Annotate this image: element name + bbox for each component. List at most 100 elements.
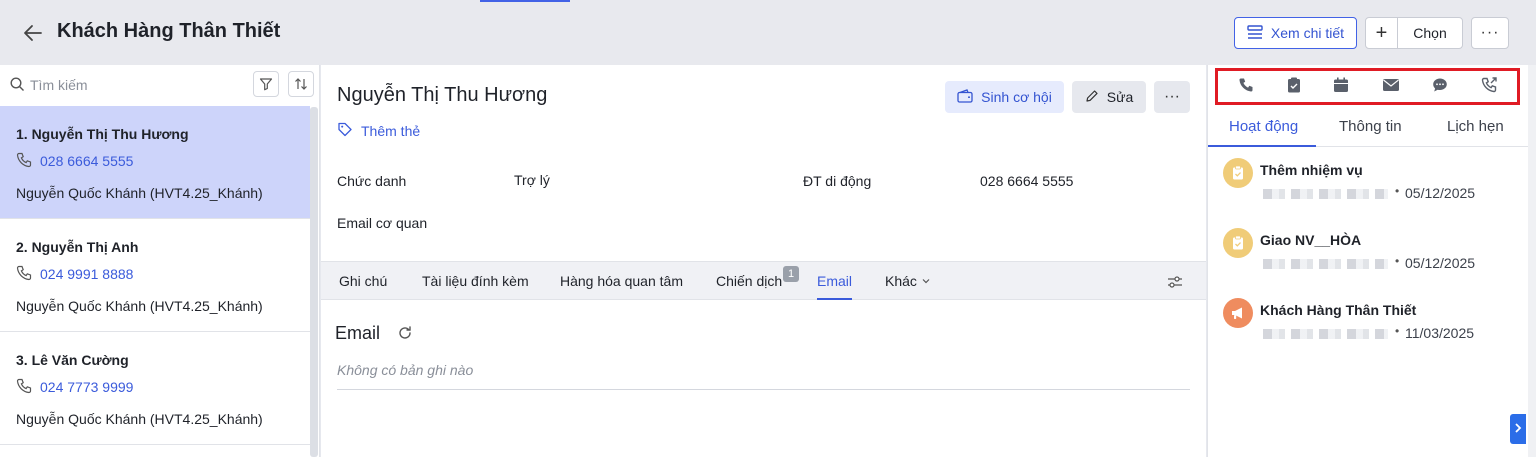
campaign-count-badge: 1 [783,266,799,282]
customer-owner: Nguyễn Quốc Khánh (HVT4.25_Khánh) [16,298,263,314]
clipboard-icon [1223,158,1253,188]
sliders-icon[interactable] [1167,274,1183,293]
search-input[interactable]: Tìm kiếm [30,77,88,93]
tab-products[interactable]: Hàng hóa quan tâm [560,273,683,289]
activity-tabs: Hoạt động Thông tin Lịch hẹn [1208,107,1529,147]
detail-more-button[interactable]: ··· [1154,81,1190,113]
title-value: Trợ lý [514,172,550,188]
page-title: Khách Hàng Thân Thiết [57,20,281,42]
task-icon[interactable] [1287,77,1301,96]
active-tab-indicator [1208,145,1316,147]
redacted-text [1263,189,1388,199]
activity-item[interactable]: Thêm nhiệm vụ • 05/12/2025 [1223,158,1523,218]
mobile-label: ĐT di động [803,173,872,189]
customer-phone-link[interactable]: 028 6664 5555 [40,153,133,169]
list-item[interactable]: 3. Lê Văn Cường 024 7773 9999 Nguyễn Quố… [0,332,310,445]
customer-phone-link[interactable]: 024 7773 9999 [40,379,133,395]
add-button[interactable]: + [1366,18,1398,48]
detail-tabs: Ghi chú Tài liệu đính kèm Hàng hóa quan … [321,261,1206,300]
list-item[interactable]: 2. Nguyễn Thị Anh 024 9991 8888 Nguyễn Q… [0,219,310,332]
sort-icon[interactable] [288,71,314,97]
add-select-group: + Chọn [1365,17,1463,49]
select-button[interactable]: Chọn [1398,18,1462,48]
phone-icon [16,378,32,397]
customer-list-panel: Tìm kiếm 1. Nguyễn Thị Thu Hương 028 666… [0,65,320,457]
tab-activities[interactable]: Hoạt động [1229,118,1298,135]
refresh-icon[interactable] [397,325,413,344]
calendar-icon[interactable] [1333,77,1349,96]
create-opportunity-label: Sinh cơ hội [981,89,1052,105]
add-tag-label: Thêm thẻ [361,122,421,139]
tab-notes[interactable]: Ghi chú [339,273,387,289]
view-detail-label: Xem chi tiết [1270,25,1345,41]
section-divider [337,389,1190,390]
panel-scrollbar[interactable] [1528,65,1536,457]
activity-title: Khách Hàng Thân Thiết [1260,302,1417,318]
work-email-label: Email cơ quan [337,215,428,231]
customer-name: 1. Nguyễn Thị Thu Hương [16,126,189,142]
empty-state-text: Không có bản ghi nào [337,362,474,378]
top-accent-line [480,0,570,2]
expand-panel-button[interactable] [1510,414,1526,444]
quick-actions-bar [1215,68,1520,105]
filter-icon[interactable] [253,71,279,97]
search-icon [10,77,25,95]
list-scrollbar[interactable] [310,107,318,457]
customer-name: 3. Lê Văn Cường [16,352,129,368]
list-icon [1247,24,1263,42]
email-section-title: Email [335,323,381,343]
customer-name: 2. Nguyễn Thị Anh [16,239,139,255]
phone-icon[interactable] [1238,77,1254,96]
phone-icon [16,152,32,171]
activity-title: Giao NV__HÒA [1260,232,1362,248]
tab-more[interactable]: Khác [885,273,931,289]
separator-dot: • [1395,254,1400,268]
create-opportunity-button[interactable]: Sinh cơ hội [945,81,1064,113]
redacted-text [1263,259,1388,269]
redacted-text [1263,329,1388,339]
chevron-down-icon [921,273,931,289]
activity-date: 05/12/2025 [1405,255,1476,271]
tab-information[interactable]: Thông tin [1339,118,1402,135]
customer-owner: Nguyễn Quốc Khánh (HVT4.25_Khánh) [16,185,263,201]
more-button[interactable]: ··· [1471,17,1509,49]
clipboard-icon [1223,228,1253,258]
tab-attachments[interactable]: Tài liệu đính kèm [422,273,529,289]
tab-more-label: Khác [885,273,917,289]
add-tag-link[interactable]: Thêm thẻ [337,121,420,140]
customer-detail-name: Nguyễn Thị Thu Hương [337,84,548,106]
chat-icon[interactable] [1432,77,1448,96]
active-tab-indicator [817,298,852,300]
customer-phone-link[interactable]: 024 9991 8888 [40,266,133,282]
tag-icon [337,121,353,140]
mail-icon[interactable] [1382,78,1400,95]
list-item[interactable]: 1. Nguyễn Thị Thu Hương 028 6664 5555 Ng… [0,106,310,219]
chevron-right-icon [1513,421,1523,437]
activity-panel: Hoạt động Thông tin Lịch hẹn Thêm nhiệm … [1207,65,1529,457]
tab-email[interactable]: Email [817,273,852,289]
title-label: Chức danh [337,173,407,189]
separator-dot: • [1395,184,1400,198]
tab-campaigns[interactable]: Chiến dịch [716,273,782,289]
view-detail-button[interactable]: Xem chi tiết [1234,17,1357,49]
separator-dot: • [1395,324,1400,338]
top-bar: Khách Hàng Thân Thiết Xem chi tiết + Chọ… [0,0,1536,65]
activity-date: 05/12/2025 [1405,185,1476,201]
search-bar[interactable]: Tìm kiếm [0,65,320,105]
outgoing-call-icon[interactable] [1481,77,1497,96]
customer-detail-panel: Nguyễn Thị Thu Hương Thêm thẻ Sinh cơ hộ… [321,65,1206,457]
customer-owner: Nguyễn Quốc Khánh (HVT4.25_Khánh) [16,411,263,427]
activity-item[interactable]: Giao NV__HÒA • 05/12/2025 [1223,228,1523,288]
activity-date: 11/03/2025 [1405,325,1475,341]
edit-label: Sửa [1106,89,1134,105]
activity-title: Thêm nhiệm vụ [1260,162,1363,178]
megaphone-icon [1223,298,1253,328]
back-arrow-icon[interactable] [22,22,44,44]
tab-appointments[interactable]: Lịch hẹn [1447,118,1504,135]
wallet-icon [957,88,973,106]
pencil-icon [1085,89,1099,106]
mobile-value: 028 6664 5555 [980,173,1074,189]
activity-item[interactable]: Khách Hàng Thân Thiết • 11/03/2025 [1223,298,1523,358]
edit-button[interactable]: Sửa [1072,81,1146,113]
phone-icon [16,265,32,284]
